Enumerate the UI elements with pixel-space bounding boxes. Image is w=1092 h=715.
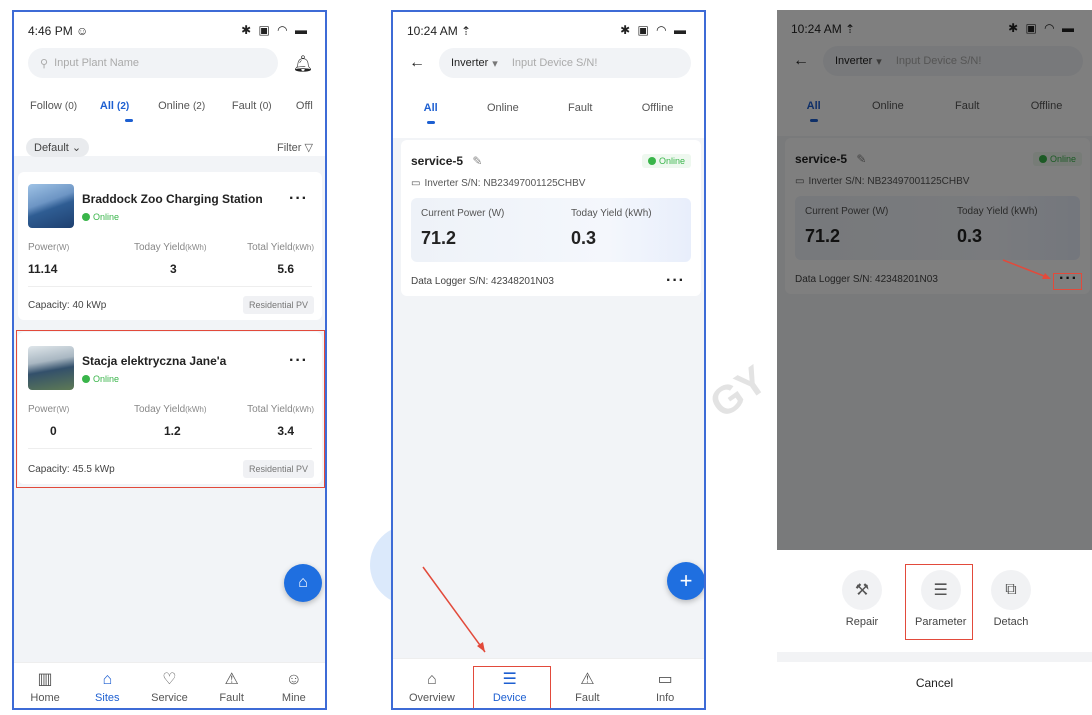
plant-search-input[interactable]: ⚲ Input Plant Name xyxy=(28,48,278,78)
watermark-text: GY xyxy=(702,357,775,427)
plant-card[interactable]: Braddock Zoo Charging Station Online ···… xyxy=(18,172,322,320)
home-icon: ⌂ xyxy=(427,671,437,688)
status-bar: 4:46 PM ☺ ✱ ▣ ◠ ▬ xyxy=(14,12,325,46)
message-icon: ▭ xyxy=(657,671,673,688)
chart-icon: ▥ xyxy=(37,671,53,688)
power-value: 11.14 xyxy=(28,262,58,276)
status-time: 4:46 PM xyxy=(28,24,73,38)
tab-follow[interactable]: Follow (0) xyxy=(30,100,100,112)
nav-fault[interactable]: ⚠ Fault xyxy=(204,671,260,704)
highlight-box xyxy=(16,330,325,488)
today-yield-value: 3 xyxy=(170,262,177,276)
device-action-screen: 10:24 AM ⇡ ✱ ▣ ◠ ▬ ← Inverter ▾ Input De… xyxy=(777,10,1092,710)
nav-info[interactable]: ▭ Info xyxy=(637,671,693,704)
tab-fault[interactable]: Fault (0) xyxy=(232,100,296,112)
plant-name: Braddock Zoo Charging Station xyxy=(82,192,263,206)
nav-mine[interactable]: ☺ Mine xyxy=(266,671,322,704)
tab-online[interactable]: Online (2) xyxy=(158,100,232,112)
plant-list-screen: 4:46 PM ☺ ✱ ▣ ◠ ▬ ⚲ Input Plant Name 🔔︎ … xyxy=(12,10,327,710)
bottom-nav: ▥ Home ⌂ Sites ♡ Service ⚠ Fault ☺ Mine xyxy=(14,662,325,708)
divider xyxy=(777,652,1092,662)
cancel-button[interactable]: Cancel xyxy=(777,676,1092,690)
total-yield-value: 5.6 xyxy=(277,262,294,276)
warning-icon: ⚠ xyxy=(224,671,239,688)
status-icons: ✱ ▣ ◠ ▬ xyxy=(241,23,309,37)
filter-button[interactable]: Filter ▽ xyxy=(277,141,313,154)
highlight-box xyxy=(905,564,973,640)
status-badge: Online xyxy=(82,212,119,222)
device-list-screen: 10:24 AM ⇡ ✱ ▣ ◠ ▬ ← Inverter ▾ Input De… xyxy=(391,10,706,710)
plant-tabs: Follow (0) All (2) Online (2) Fault (0) … xyxy=(14,100,325,122)
repair-button[interactable]: ⚒ Repair xyxy=(842,570,882,628)
user-icon: ☺ xyxy=(285,671,303,688)
more-icon[interactable]: ··· xyxy=(289,190,308,208)
power-label: Power(W) xyxy=(28,242,70,253)
filter-icon: ▽ xyxy=(304,142,313,154)
total-yield-label: Total Yield(kWh) xyxy=(247,242,314,253)
nav-sites[interactable]: ⌂ Sites xyxy=(79,671,135,704)
plant-type-badge: Residential PV xyxy=(242,296,314,314)
tab-offline[interactable]: Offl xyxy=(296,100,325,112)
nav-overview[interactable]: ⌂ Overview xyxy=(404,671,460,704)
home-icon: ⌂ xyxy=(102,671,113,688)
today-yield-label: Today Yield(kWh) xyxy=(134,242,207,253)
nav-home[interactable]: ▥ Home xyxy=(17,671,73,704)
capacity-text: Capacity: 40 kWp xyxy=(28,300,107,311)
heart-icon: ♡ xyxy=(162,671,177,688)
add-plant-button[interactable]: ⌂ xyxy=(284,564,322,602)
search-icon: ⚲ xyxy=(40,57,49,70)
bell-icon[interactable]: 🔔︎ xyxy=(293,54,313,74)
annotation-arrow xyxy=(422,566,486,653)
highlight-box xyxy=(473,666,551,708)
status-time-icon: ☺ xyxy=(76,24,89,38)
repair-icon: ⚒ xyxy=(842,570,882,610)
detach-icon: ⧉ xyxy=(991,570,1031,610)
action-sheet: ⚒ Repair ☰ Parameter ⧉ Detach Cancel xyxy=(777,550,1092,710)
tab-all[interactable]: All (2) xyxy=(100,100,158,122)
detach-button[interactable]: ⧉ Detach xyxy=(991,570,1031,628)
warning-icon: ⚠ xyxy=(580,671,595,688)
divider xyxy=(28,286,312,287)
search-placeholder: Input Plant Name xyxy=(54,57,140,69)
chevron-down-icon: ⌄ xyxy=(71,142,82,154)
nav-service[interactable]: ♡ Service xyxy=(141,671,197,704)
nav-fault[interactable]: ⚠ Fault xyxy=(559,671,615,704)
home-plus-icon: ⌂ xyxy=(298,574,308,591)
plant-thumbnail xyxy=(28,184,74,228)
sort-dropdown[interactable]: Default ⌄ xyxy=(26,138,90,157)
